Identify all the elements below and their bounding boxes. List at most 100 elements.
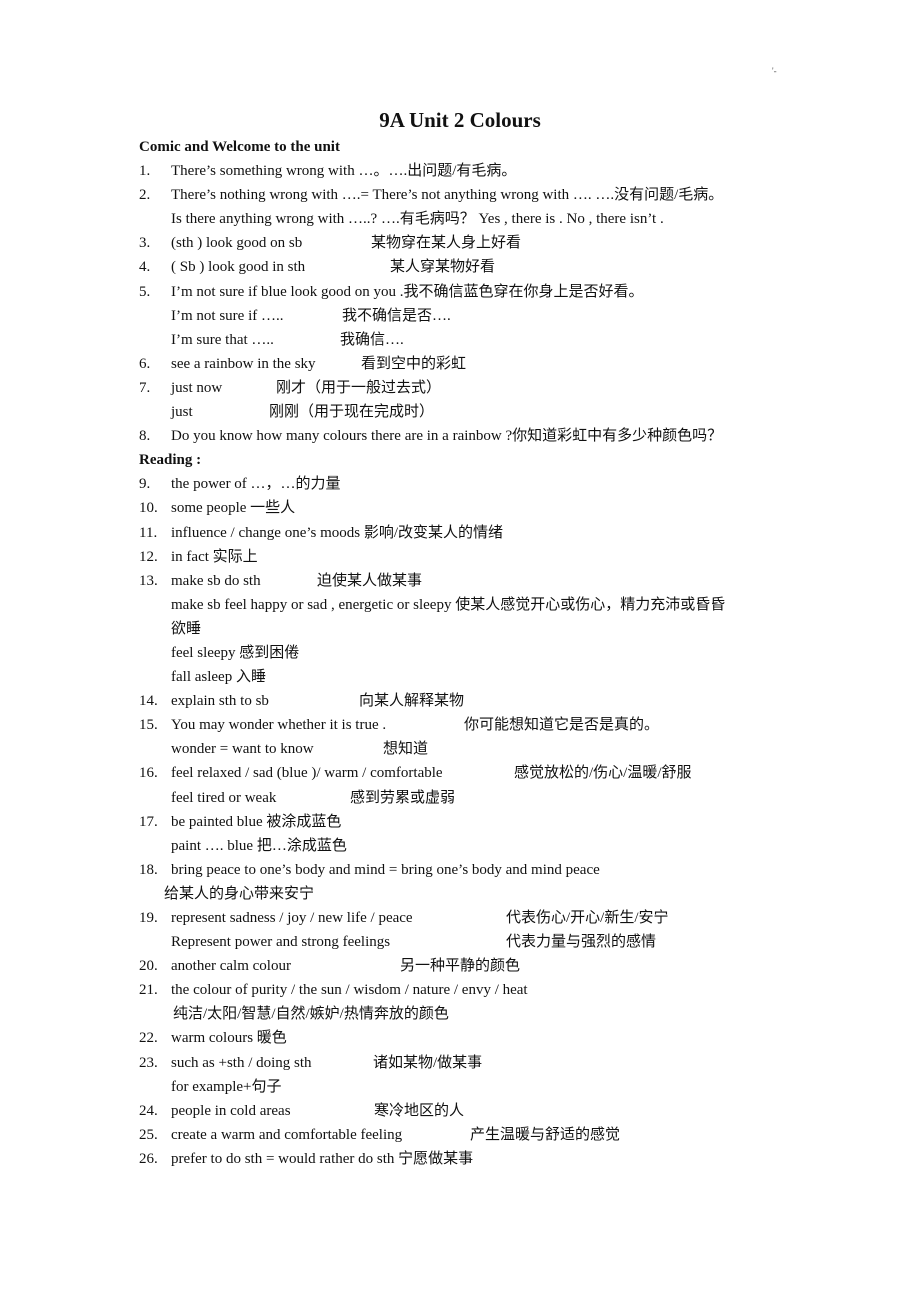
item-translation: 感觉放松的/伤心/温暖/舒服	[514, 765, 692, 782]
item-number: 4.	[139, 259, 151, 276]
list-item: 1. There’s something wrong with …。….出问题/有…	[139, 159, 799, 183]
item-text: (sth ) look good on sb	[171, 235, 303, 252]
item-number: 3.	[139, 235, 151, 252]
list-item: 8. Do you know how many colours there are…	[139, 424, 799, 448]
item-number: 11.	[139, 524, 158, 541]
item-text: I’m sure that …..	[171, 331, 274, 348]
item-text: fall asleep 入睡	[171, 669, 266, 686]
item-translation: 代表力量与强烈的感情	[506, 934, 657, 951]
item-text: There’s something wrong with …。….出问题/有毛病…	[171, 163, 517, 180]
list-item: make sb feel happy or sad , energetic or…	[139, 593, 799, 617]
list-item: 25. create a warm and comfortable feeling…	[139, 1123, 799, 1147]
list-item: 给某人的身心带来安宁	[139, 882, 799, 906]
item-translation: 寒冷地区的人	[374, 1102, 465, 1119]
item-translation: 感到劳累或虚弱	[350, 789, 456, 806]
item-number: 21.	[139, 982, 158, 999]
item-text: people in cold areas	[171, 1102, 291, 1119]
list-item: 19. represent sadness / joy / new life / …	[139, 906, 799, 930]
item-text: feel sleepy 感到困倦	[171, 644, 300, 661]
item-number: 9.	[139, 476, 151, 493]
item-text: be painted blue 被涂成蓝色	[171, 813, 342, 830]
list-item: 12. in fact 实际上	[139, 545, 799, 569]
list-item: 14. explain sth to sb 向某人解释某物	[139, 689, 799, 713]
document-body: Comic and Welcome to the unit 1. There’s …	[139, 135, 799, 1171]
list-item: 2. There’s nothing wrong with ….= There’s…	[139, 183, 799, 207]
item-text: for example+句子	[171, 1078, 282, 1095]
item-translation: 我不确信是否….	[342, 307, 451, 324]
item-text: in fact 实际上	[171, 548, 258, 565]
list-item: 24. people in cold areas 寒冷地区的人	[139, 1099, 799, 1123]
item-text: I’m not sure if …..	[171, 307, 284, 324]
item-text: ( Sb ) look good in sth	[171, 259, 306, 276]
list-item: 18. bring peace to one’s body and mind = …	[139, 858, 799, 882]
item-translation: 迫使某人做某事	[317, 572, 423, 589]
item-number: 7.	[139, 379, 151, 396]
item-text: some people 一些人	[171, 500, 296, 517]
list-item: I’m sure that ….. 我确信….	[139, 328, 799, 352]
item-text: influence / change one’s moods 影响/改变某人的情…	[171, 524, 504, 541]
item-number: 19.	[139, 910, 158, 926]
item-translation: 刚刚（用于现在完成时）	[269, 404, 435, 421]
item-translation: 向某人解释某物	[359, 693, 465, 710]
section-heading-comic: Comic and Welcome to the unit	[139, 139, 340, 155]
item-number: 22.	[139, 1030, 158, 1047]
item-number: 17.	[139, 813, 158, 830]
item-text: such as +sth / doing sth	[171, 1054, 312, 1071]
list-item: 11. influence / change one’s moods 影响/改变某…	[139, 521, 799, 545]
item-text: wonder = want to know	[171, 741, 314, 758]
item-text: explain sth to sb	[171, 693, 269, 710]
item-translation: 产生温暖与舒适的感觉	[470, 1126, 621, 1143]
item-text: see a rainbow in the sky	[171, 355, 316, 372]
list-item: 4. ( Sb ) look good in sth 某人穿某物好看	[139, 255, 799, 279]
list-item: 15. You may wonder whether it is true . 你可…	[139, 713, 799, 737]
item-text: Represent power and strong feelings	[171, 934, 391, 951]
item-translation: 某人穿某物好看	[390, 259, 496, 276]
item-number: 15.	[139, 717, 158, 734]
item-number: 2.	[139, 187, 151, 204]
item-number: 23.	[139, 1054, 158, 1071]
item-text: I’m not sure if blue look good on you .我…	[171, 283, 644, 300]
list-item: for example+句子	[139, 1075, 799, 1099]
list-item: 7. just now 刚才（用于一般过去式）	[139, 376, 799, 400]
list-item: paint …. blue 把…涂成蓝色	[139, 834, 799, 858]
item-text: represent sadness / joy / new life / pea…	[171, 910, 413, 926]
item-text: the colour of purity / the sun / wisdom …	[171, 982, 528, 999]
list-item: 26. prefer to do sth = would rather do st…	[139, 1147, 799, 1171]
list-item: 欲睡	[139, 617, 799, 641]
item-number: 18.	[139, 861, 158, 878]
item-text: 纯洁/太阳/智慧/自然/嫉妒/热情奔放的颜色	[173, 1006, 449, 1023]
item-text: You may wonder whether it is true .	[171, 717, 387, 734]
item-number: 20.	[139, 958, 158, 975]
item-number: 25.	[139, 1126, 158, 1143]
item-text: create a warm and comfortable feeling	[171, 1126, 403, 1143]
list-item: wonder = want to know 想知道	[139, 737, 799, 761]
item-text: just now	[171, 379, 223, 396]
item-text: warm colours 暖色	[171, 1030, 287, 1047]
item-number: 6.	[139, 355, 151, 372]
list-item: 21. the colour of purity / the sun / wisd…	[139, 978, 799, 1002]
item-text: just	[171, 404, 193, 421]
item-number: 10.	[139, 500, 158, 517]
item-translation: 刚才（用于一般过去式）	[276, 379, 442, 396]
list-item: Represent power and strong feelings 代表力量与…	[139, 930, 799, 954]
section-heading-reading: Reading :	[139, 452, 202, 469]
list-item: Is there anything wrong with …..? ….有毛病吗…	[139, 207, 799, 231]
list-item: 5. I’m not sure if blue look good on you …	[139, 280, 799, 304]
item-number: 13.	[139, 572, 158, 589]
list-item: 6. see a rainbow in the sky 看到空中的彩虹	[139, 352, 799, 376]
item-translation: 代表伤心/开心/新生/安宁	[506, 910, 669, 926]
list-item: feel sleepy 感到困倦	[139, 641, 799, 665]
item-number: 12.	[139, 548, 158, 565]
item-text: 给某人的身心带来安宁	[164, 885, 315, 902]
item-translation: 看到空中的彩虹	[361, 355, 467, 372]
item-text: Do you know how many colours there are i…	[171, 428, 723, 445]
item-translation: 另一种平静的颜色	[400, 958, 521, 975]
item-text: make sb do sth	[171, 572, 261, 589]
item-number: 1.	[139, 163, 151, 180]
item-text: another calm colour	[171, 958, 291, 975]
item-translation: 我确信….	[340, 331, 404, 348]
list-item: 17. be painted blue 被涂成蓝色	[139, 810, 799, 834]
list-item: just 刚刚（用于现在完成时）	[139, 400, 799, 424]
list-item: 10. some people 一些人	[139, 496, 799, 520]
list-item: 13. make sb do sth 迫使某人做某事	[139, 569, 799, 593]
